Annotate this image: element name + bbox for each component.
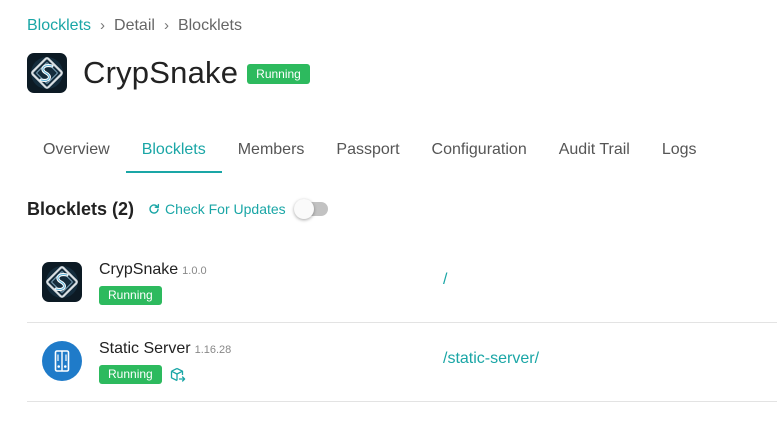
tab-overview[interactable]: Overview [27,134,126,174]
status-badge: Running [99,286,162,305]
tab-blocklets[interactable]: Blocklets [125,134,222,174]
breadcrumb-separator: › [100,17,106,34]
blocklet-name-group: CrypSnake 1.0.0 [99,261,207,279]
tab-passport[interactable]: Passport [320,134,415,174]
table-row[interactable]: Static Server 1.16.28 Running /static-se… [27,322,777,402]
check-updates-label: Check For Updates [165,201,286,217]
breadcrumb-detail: Detail [114,17,155,34]
blocklet-mount-path-link[interactable]: / [443,271,447,289]
breadcrumb-blocklets-link[interactable]: Blocklets [27,15,91,37]
blocklets-section-header: Blocklets (2) Check For Updates [27,196,328,222]
blocklet-name: CrypSnake [99,261,179,278]
blocklet-status-group: Running [99,286,162,305]
auto-update-toggle[interactable] [293,199,328,219]
open-component-icon[interactable] [170,367,186,383]
blocklet-status-group: Running [99,365,186,384]
breadcrumb-separator: › [163,17,169,34]
page-title: CrypSnake [83,55,239,90]
tab-configuration[interactable]: Configuration [416,134,543,174]
tab-bar: Overview Blocklets Members Passport Conf… [27,134,713,174]
breadcrumb: Blocklets › Detail › Blocklets [27,15,242,37]
blocklet-version: 1.16.28 [194,344,232,356]
status-badge: Running [99,365,162,384]
breadcrumb-current: Blocklets [177,17,242,34]
table-row[interactable]: CrypSnake 1.0.0 Running / [27,243,777,323]
tab-audit-trail[interactable]: Audit Trail [543,134,646,174]
tab-logs[interactable]: Logs [646,134,713,174]
toggle-thumb [293,199,314,219]
crypsnake-logo-icon [27,53,67,93]
section-title: Blocklets (2) [27,199,135,219]
blocklet-version: 1.0.0 [182,265,207,277]
app-header: CrypSnake Running [27,53,310,93]
refresh-icon [149,203,160,214]
blocklet-mount-path-link[interactable]: /static-server/ [443,350,539,368]
tab-members[interactable]: Members [222,134,321,174]
crypsnake-logo-icon [42,262,82,302]
blocklet-name: Static Server [99,340,191,357]
blocklet-detail-page: Blocklets › Detail › Blocklets CrypSnake… [0,0,777,425]
status-badge: Running [247,64,310,84]
check-updates-button[interactable]: Check For Updates [148,201,286,217]
static-server-icon [42,341,82,381]
blocklet-name-group: Static Server 1.16.28 [99,340,231,358]
